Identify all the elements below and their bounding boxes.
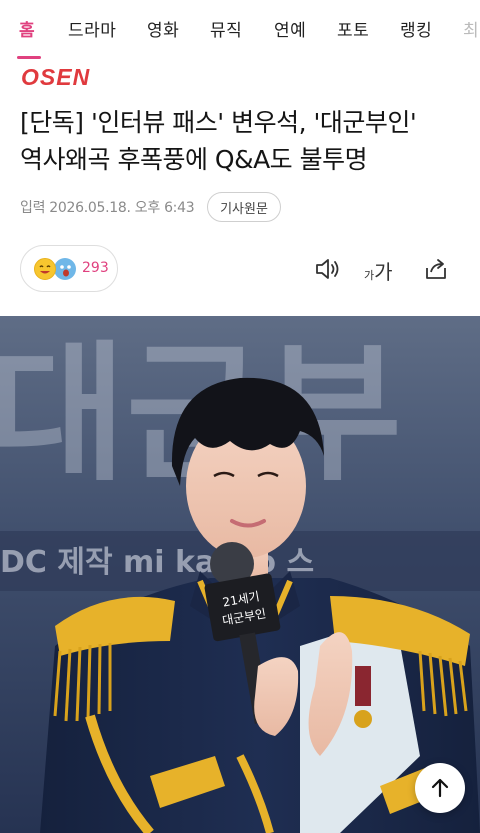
scroll-to-top-button[interactable] [415,763,465,813]
reaction-count: 293 [82,260,109,276]
share-icon[interactable] [422,255,450,283]
nav-item-home[interactable]: 홈 [19,16,35,41]
nav-item-drama[interactable]: 드라마 [68,16,116,41]
headline-line-1: [단독] '인터뷰 패스' 변우석, '대군부인' [20,108,417,137]
nav-item-music[interactable]: 뮤직 [210,16,242,41]
nav-item-movie[interactable]: 영화 [147,16,179,41]
text-to-speech-icon[interactable] [313,255,341,283]
nav-item-ranking[interactable]: 랭킹 [400,16,432,41]
article-photo: 대군부 DC 제작 mi kakao 스 [0,316,480,833]
arrow-up-icon [431,778,449,798]
category-nav: 홈 드라마 영화 뮤직 연예 포토 랭킹 최 [0,0,480,58]
surprised-emoji-icon [54,258,76,280]
active-tab-indicator [17,56,41,59]
osen-logo[interactable]: OSEN [19,64,115,90]
font-size-large-glyph: 가 [374,260,393,284]
article-headline: [단독] '인터뷰 패스' 변우석, '대군부인' 역사왜곡 후폭풍에 Q&A도… [20,104,470,178]
reaction-button[interactable]: 293 [20,245,118,292]
font-size-button[interactable]: 가가 [364,256,398,284]
original-article-button[interactable]: 기사원문 [207,192,281,222]
headline-line-2: 역사왜곡 후폭풍에 Q&A도 불투명 [20,145,368,174]
publish-date: 입력 2026.05.18. 오후 6:43 [20,200,195,216]
nav-item-overflow[interactable]: 최 [463,16,479,41]
nav-item-photo[interactable]: 포토 [337,16,369,41]
nav-item-entertainment[interactable]: 연예 [274,16,306,41]
font-size-small-glyph: 가 [364,269,375,282]
logo-text: OSEN [21,64,90,90]
smile-emoji-icon [34,258,56,280]
